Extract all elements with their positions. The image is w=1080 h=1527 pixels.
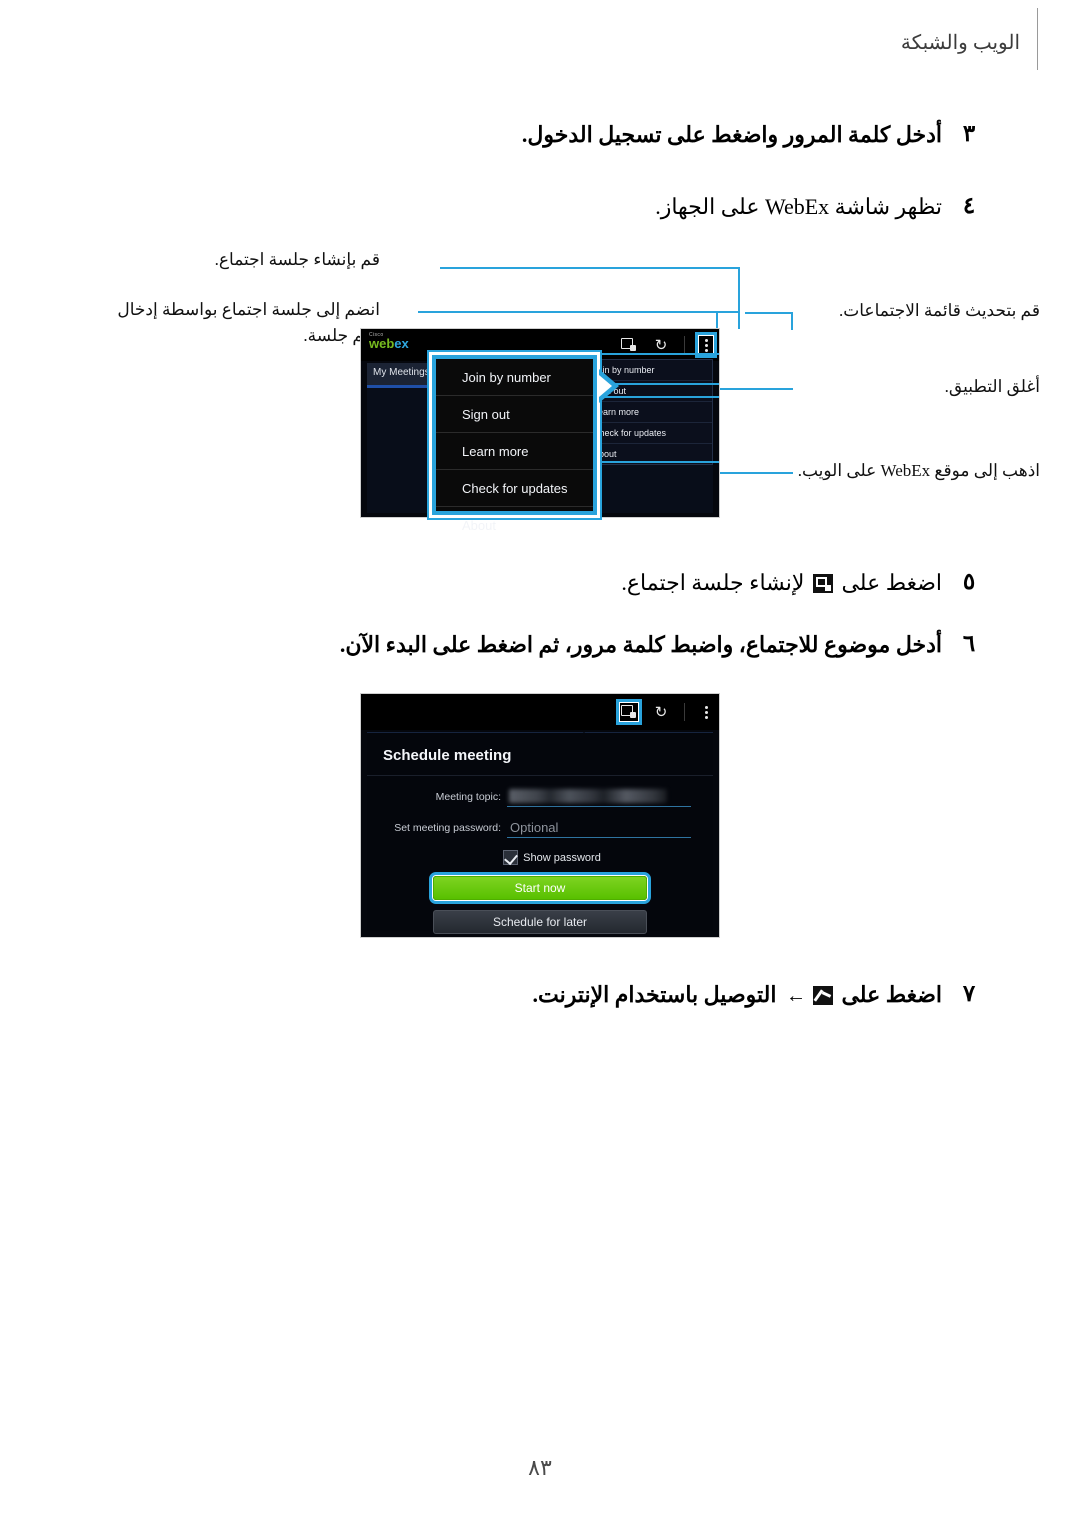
toolbar-divider xyxy=(684,336,685,354)
step-7-text-before: اضغط على xyxy=(835,982,942,1007)
webex-logo-web: web xyxy=(369,336,395,351)
callout-item-join-by-number: Join by number xyxy=(436,359,593,396)
new-meeting-icon xyxy=(812,574,833,593)
leader-line-refresh-h xyxy=(745,312,793,314)
step-4-number: ٤ xyxy=(962,193,976,218)
meeting-topic-row: Meeting topic: xyxy=(367,776,713,807)
new-meeting-icon[interactable] xyxy=(620,336,638,354)
callout-pointer-arrow xyxy=(599,369,619,403)
connect-icon xyxy=(812,986,833,1005)
meeting-topic-label: Meeting topic: xyxy=(435,791,501,803)
schedule-for-later-button[interactable]: Schedule for later xyxy=(432,910,648,934)
callout-item-sign-out: Sign out xyxy=(436,396,593,433)
magnified-menu-callout: Join by number Sign out Learn more Check… xyxy=(432,355,597,533)
start-now-button[interactable]: Start now xyxy=(428,872,652,904)
schedule-toolbar-icons: ↻ xyxy=(616,694,713,730)
step-5: ٥ اضغط على لإنشاء جلسة اجتماع. xyxy=(120,566,980,599)
step-7-arrow: ← xyxy=(785,985,806,1007)
step-7-text: اضغط على ← التوصيل باستخدام الإنترنت. xyxy=(532,978,942,1011)
step-6-text-before: أدخل موضوع للاجتماع، واضبط كلمة مرور، ثم… xyxy=(427,632,943,657)
step-5-text-before: اضغط على xyxy=(835,570,942,595)
page-header: الويب والشبكة xyxy=(901,30,1020,55)
leader-line-join-h xyxy=(418,311,740,313)
highlight-bracket-bottom-group xyxy=(595,396,719,463)
meeting-topic-input[interactable] xyxy=(507,788,691,807)
callout-item-about: About xyxy=(462,518,496,533)
step-3: ٣ أدخل كلمة المرور واضغط على تسجيل الدخو… xyxy=(120,118,980,151)
meeting-password-input[interactable]: Optional xyxy=(507,819,691,838)
annotation-join-by-number: انضم إلى جلسة اجتماع بواسطة إدخال رقم جل… xyxy=(117,300,380,346)
annotation-close-app: أغلق التطبيق. xyxy=(944,377,1040,396)
step-6-bold: البدء الآن xyxy=(345,632,427,657)
refresh-icon[interactable]: ↻ xyxy=(652,703,670,721)
step-6-text: أدخل موضوع للاجتماع، واضبط كلمة مرور، ثم… xyxy=(340,628,942,661)
step-5-number: ٥ xyxy=(962,569,976,594)
step-7: ٧ اضغط على ← التوصيل باستخدام الإنترنت. xyxy=(100,978,980,1011)
screenshot-schedule-meeting: ↻ Schedule meeting Meeting topic: Set me… xyxy=(360,693,720,938)
meeting-password-label: Set meeting password: xyxy=(394,822,501,834)
step-3-bold: تسجيل الدخول xyxy=(527,122,662,147)
schedule-toolbar: ↻ xyxy=(361,694,719,730)
callout-item-learn-more: Learn more xyxy=(436,433,593,470)
step-3-text: أدخل كلمة المرور واضغط على تسجيل الدخول. xyxy=(522,118,942,151)
webex-logo-ex: ex xyxy=(394,336,409,351)
header-title: الويب والشبكة xyxy=(900,32,1020,54)
step-4-text: تظهر شاشة WebEx على الجهاز. xyxy=(655,194,942,219)
step-3-text-before: أدخل كلمة المرور واضغط على xyxy=(661,122,942,147)
page-number: ٨٣ xyxy=(528,1455,552,1480)
step-6: ٦ أدخل موضوع للاجتماع، واضبط كلمة مرور، … xyxy=(100,628,980,661)
show-password-checkbox[interactable] xyxy=(503,850,519,865)
leader-line-create-meeting-h xyxy=(440,267,740,269)
show-password-row[interactable]: Show password xyxy=(391,838,713,865)
leader-line-create-meeting-v xyxy=(738,267,740,329)
manual-page: الويب والشبكة ٣ أدخل كلمة المرور واضغط ع… xyxy=(0,0,1080,1527)
overflow-menu-icon[interactable] xyxy=(695,332,717,358)
step-5-text-after: لإنشاء جلسة اجتماع. xyxy=(621,570,810,595)
dialog-notch xyxy=(574,732,593,740)
step-4: ٤ تظهر شاشة WebEx على الجهاز. xyxy=(120,190,980,223)
step-7-bold: التوصيل باستخدام الإنترنت xyxy=(537,982,782,1007)
annotation-refresh-list: قم بتحديث قائمة الاجتماعات. xyxy=(839,301,1040,320)
annotation-create-meeting: قم بإنشاء جلسة اجتماع. xyxy=(214,250,380,269)
webex-logo: Cisco webex xyxy=(369,333,409,351)
callout-item-check-for-updates: Check for updates xyxy=(436,470,593,507)
refresh-icon[interactable]: ↻ xyxy=(652,336,670,354)
redacted-topic-value xyxy=(509,789,668,803)
toolbar-divider xyxy=(684,703,685,721)
meeting-password-row: Set meeting password: Optional xyxy=(367,807,713,838)
step-3-number: ٣ xyxy=(962,121,976,146)
annotation-goto-website: اذهب إلى موقع WebEx على الويب. xyxy=(797,461,1040,480)
step-6-number: ٦ xyxy=(962,631,976,656)
new-meeting-icon[interactable] xyxy=(616,699,642,725)
step-7-number: ٧ xyxy=(962,981,976,1006)
show-password-label: Show password xyxy=(523,851,601,864)
schedule-dialog-title: Schedule meeting xyxy=(367,733,713,776)
header-vertical-rule xyxy=(1037,8,1038,70)
meeting-password-placeholder: Optional xyxy=(510,820,559,835)
step-5-text: اضغط على لإنشاء جلسة اجتماع. xyxy=(621,566,942,599)
leader-line-refresh-v xyxy=(791,312,793,330)
overflow-menu-icon[interactable] xyxy=(699,703,713,721)
schedule-meeting-dialog: Schedule meeting Meeting topic: Set meet… xyxy=(367,732,713,934)
